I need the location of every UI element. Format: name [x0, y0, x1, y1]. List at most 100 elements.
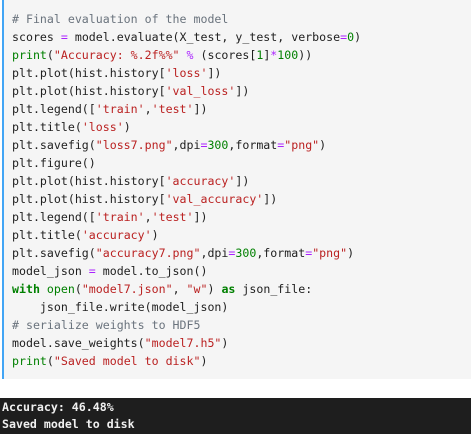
code-token: json_file: — [235, 282, 313, 296]
code-token: 300 — [207, 138, 229, 152]
code-token: open — [46, 282, 75, 296]
code-token: plt.savefig( — [12, 138, 96, 152]
code-line: plt.legend(['train','test']) — [12, 208, 361, 226]
code-token: "Accuracy: %.2f%%" — [53, 48, 180, 62]
code-token: plt.title( — [12, 120, 82, 134]
code-token: 'loss' — [81, 120, 124, 134]
code-token: ,dpi — [200, 246, 229, 260]
code-token: "accuracy7.png" — [95, 246, 201, 260]
code-token: # serialize weights to HDF5 — [12, 318, 201, 332]
code-line: print("Saved model to disk") — [12, 352, 361, 370]
code-token: ) — [221, 336, 229, 350]
code-line: plt.title('loss') — [12, 118, 361, 136]
code-token: ]) — [235, 84, 250, 98]
code-token: "model7.h5" — [144, 336, 222, 350]
code-line: plt.figure() — [12, 154, 361, 172]
code-token: ) — [347, 246, 355, 260]
code-line: plt.plot(hist.history['val_accuracy']) — [12, 190, 361, 208]
code-line: plt.legend(['train','test']) — [12, 100, 361, 118]
code-token: ( — [74, 282, 82, 296]
code-line: plt.title('accuracy') — [12, 226, 361, 244]
code-token: "Saved model to disk" — [53, 354, 201, 368]
code-token: (scores[ — [193, 48, 257, 62]
code-token: plt.figure() — [12, 156, 96, 170]
code-token: 'accuracy' — [81, 228, 152, 242]
notebook-view: # Final evaluation of the model scores = … — [0, 0, 471, 434]
code-token: 300 — [235, 246, 257, 260]
code-token: "model7.json" — [81, 282, 173, 296]
code-token: ) — [207, 282, 222, 296]
code-line: plt.plot(hist.history['loss']) — [12, 64, 361, 82]
code-token: = — [88, 264, 96, 278]
code-token: plt.title( — [12, 228, 82, 242]
code-line: plt.plot(hist.history['val_loss']) — [12, 82, 361, 100]
code-token: ( — [46, 354, 54, 368]
code-token: , — [172, 282, 187, 296]
code-token: 'train' — [95, 102, 145, 116]
code-line: model.save_weights("model7.h5") — [12, 334, 361, 352]
code-token: plt.plot(hist.history[ — [12, 66, 166, 80]
code-token: 0 — [347, 30, 355, 44]
code-token: % — [186, 48, 194, 62]
code-line: model_json = model.to_json() — [12, 262, 361, 280]
code-token: # Final evaluation of the model — [12, 12, 229, 26]
output-saved-line: Saved model to disk — [2, 417, 135, 431]
code-token: ]) — [207, 66, 222, 80]
code-token: ( — [46, 48, 54, 62]
code-token: plt.plot(hist.history[ — [12, 84, 166, 98]
code-line: plt.savefig("accuracy7.png",dpi=300,form… — [12, 244, 361, 262]
code-token: print — [12, 354, 47, 368]
code-token: "loss7.png" — [95, 138, 173, 152]
code-token: )) — [298, 48, 313, 62]
code-token: 'test' — [151, 102, 194, 116]
code-token: ) — [319, 138, 327, 152]
cell-output: Accuracy: 46.48% Saved model to disk — [0, 398, 471, 434]
code-token: 'test' — [151, 210, 194, 224]
code-line: # Final evaluation of the model — [12, 10, 361, 28]
code-token: plt.savefig( — [12, 246, 96, 260]
code-cell[interactable]: # Final evaluation of the model scores = … — [2, 0, 471, 379]
code-token: with — [12, 282, 40, 296]
code-token: = — [60, 30, 68, 44]
code-token: as — [221, 282, 236, 296]
code-line: scores = model.evaluate(X_test, y_test, … — [12, 28, 361, 46]
code-line: print("Accuracy: %.2f%%" % (scores[1]*10… — [12, 46, 361, 64]
code-token: , — [144, 102, 152, 116]
code-token: ,format — [228, 138, 278, 152]
code-line: json_file.write(model_json) — [12, 298, 361, 316]
code-token: ]) — [193, 210, 208, 224]
code-line: plt.plot(hist.history['accuracy']) — [12, 172, 361, 190]
output-accuracy-line: Accuracy: 46.48% — [2, 400, 114, 414]
code-token: 'train' — [95, 210, 145, 224]
code-token: ) — [354, 30, 362, 44]
code-token: model.save_weights( — [12, 336, 145, 350]
code-editor[interactable]: # Final evaluation of the model scores = … — [12, 10, 361, 370]
code-token: plt.plot(hist.history[ — [12, 174, 166, 188]
code-token: 'accuracy' — [165, 174, 236, 188]
code-token: ]) — [235, 174, 250, 188]
code-token: ,dpi — [172, 138, 201, 152]
code-token: ) — [151, 228, 159, 242]
code-token: ) — [200, 354, 208, 368]
code-token: ]) — [263, 192, 278, 206]
code-line: # serialize weights to HDF5 — [12, 316, 361, 334]
code-token: scores — [12, 30, 61, 44]
code-token: ,format — [256, 246, 306, 260]
code-token: 'loss' — [165, 66, 208, 80]
code-token: plt.plot(hist.history[ — [12, 192, 166, 206]
code-token: ) — [123, 120, 131, 134]
code-token: model.to_json() — [95, 264, 208, 278]
code-line: with open("model7.json", "w") as json_fi… — [12, 280, 361, 298]
code-token: plt.legend([ — [12, 210, 96, 224]
code-token: 100 — [277, 48, 299, 62]
code-token: 'val_loss' — [165, 84, 236, 98]
code-token: ]) — [193, 102, 208, 116]
code-token: plt.legend([ — [12, 102, 96, 116]
code-token: "png" — [312, 246, 348, 260]
code-line: plt.savefig("loss7.png",dpi=300,format="… — [12, 136, 361, 154]
code-token: print — [12, 48, 47, 62]
code-token: model.evaluate(X_test, y_test, verbose — [67, 30, 341, 44]
code-token: json_file.write(model_json) — [12, 300, 229, 314]
code-token: "png" — [284, 138, 320, 152]
